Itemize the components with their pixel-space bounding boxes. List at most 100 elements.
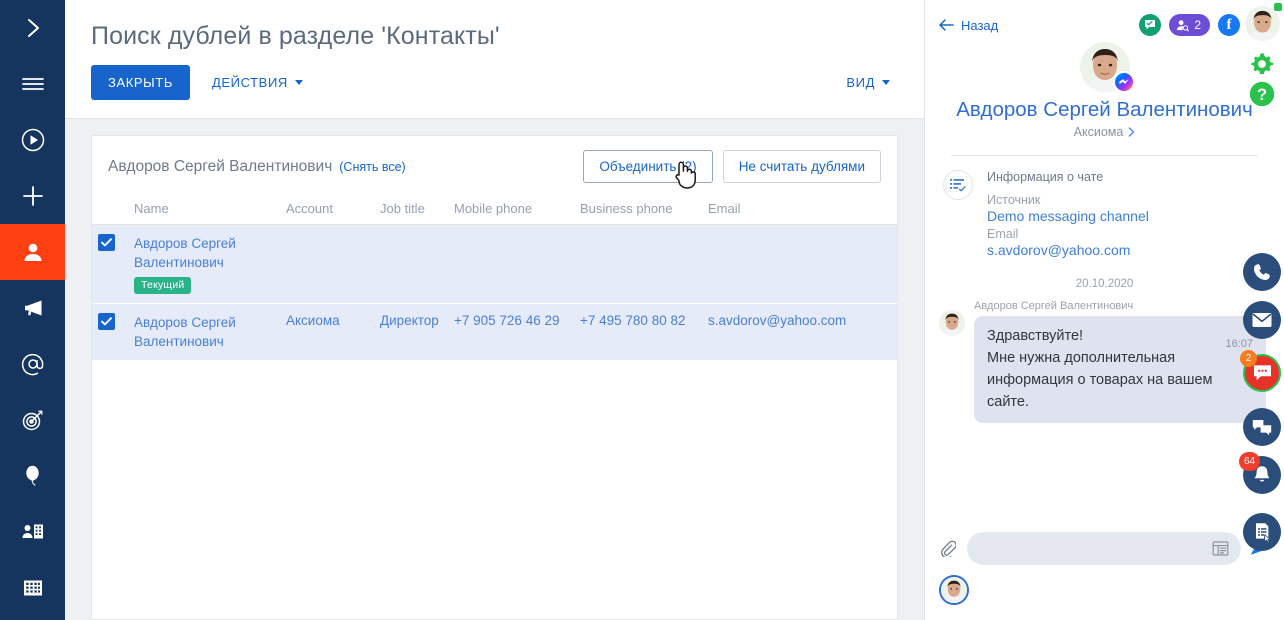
chevron-right-icon — [1128, 127, 1135, 137]
back-button[interactable]: Назад — [939, 18, 998, 33]
cell-business-phone[interactable]: +7 495 780 80 82 — [574, 303, 702, 361]
at-icon — [20, 351, 46, 377]
message-author-name: Авдоров Сергей Валентинович — [974, 300, 1134, 312]
results-container: Авдоров Сергей Валентинович (Снять все) … — [65, 119, 924, 620]
document-click-icon — [1255, 523, 1271, 542]
back-button-label: Назад — [961, 17, 999, 33]
current-user-avatar[interactable] — [939, 575, 969, 605]
message-input[interactable] — [967, 532, 1241, 565]
notifications-button[interactable] — [1243, 456, 1281, 494]
page-title: Поиск дублей в разделе 'Контакты' — [91, 22, 500, 50]
chat-info-icon-wrapper — [943, 170, 973, 200]
contact-identity: Авдоров Сергей Валентинович Аксиома — [925, 40, 1284, 151]
source-value[interactable]: Demo messaging channel — [987, 207, 1149, 226]
not-duplicate-button[interactable]: Не считать дублями — [722, 150, 881, 183]
sidebar-item-menu[interactable] — [0, 56, 65, 112]
mail-button[interactable] — [1243, 301, 1281, 339]
view-button-label: ВИД — [846, 75, 875, 90]
status-badge: Текущий — [134, 277, 192, 294]
table-row[interactable]: Авдоров Сергей Валентинович Текущий — [92, 224, 897, 304]
chats-button[interactable] — [1243, 354, 1281, 392]
sidebar-item-email[interactable] — [0, 336, 65, 392]
table-row[interactable]: Авдоров Сергей Валентинович Аксиома Дире… — [92, 303, 897, 361]
duplicates-card: Авдоров Сергей Валентинович (Снять все) … — [91, 135, 898, 620]
contacts-chip-count: 2 — [1194, 18, 1201, 32]
cell-email — [702, 224, 897, 304]
sidebar-item-targets[interactable] — [0, 392, 65, 448]
template-icon[interactable] — [1212, 540, 1229, 557]
cell-name[interactable]: Авдоров Сергей Валентинович — [128, 303, 280, 361]
tasks-button[interactable] — [1243, 513, 1281, 551]
contact-account-link[interactable]: Аксиома — [1074, 125, 1136, 139]
chevron-down-icon — [294, 80, 303, 85]
avatar[interactable] — [1079, 42, 1135, 93]
clear-all-link[interactable]: (Снять все) — [339, 160, 405, 174]
message-bubble: 16:07 Здравствуйте! Мне нужна дополнител… — [974, 316, 1266, 423]
actions-button[interactable]: ДЕЙСТВИЯ — [204, 65, 311, 100]
facebook-chip[interactable]: f — [1218, 14, 1240, 36]
column-header-mobile-phone: Mobile phone — [448, 195, 574, 225]
row-checkbox[interactable] — [98, 234, 115, 251]
sidebar-item-campaigns[interactable] — [0, 280, 65, 336]
group-action-buttons: Объединить (2) Не считать дублями — [583, 150, 881, 183]
cell-email[interactable]: s.avdorov@yahoo.com — [702, 303, 897, 361]
column-header-job-title: Job title — [374, 195, 448, 225]
call-button[interactable] — [1243, 253, 1281, 291]
row-checkbox-cell — [92, 303, 128, 361]
close-button[interactable]: ЗАКРЫТЬ — [91, 65, 190, 100]
contact-full-name[interactable]: Авдоров Сергей Валентинович — [941, 97, 1268, 123]
cell-mobile-phone[interactable]: +7 905 726 46 29 — [448, 303, 574, 361]
source-label: Источник — [987, 193, 1041, 207]
cell-account — [280, 224, 374, 304]
check-icon — [101, 238, 112, 247]
sidebar-item-accounts[interactable] — [0, 504, 65, 560]
message-content: Авдоров Сергей Валентинович 16:07 Здравс… — [974, 300, 1266, 423]
page-toolbar: ЗАКРЫТЬ ДЕЙСТВИЯ ВИД — [91, 65, 898, 100]
attach-file-icon[interactable] — [939, 540, 956, 557]
cell-name[interactable]: Авдоров Сергей Валентинович Текущий — [128, 224, 280, 304]
email-value[interactable]: s.avdorov@yahoo.com — [987, 241, 1149, 260]
page-header: Поиск дублей в разделе 'Контакты' ЗАКРЫТ… — [65, 0, 924, 119]
chat-info-heading: Информация о чате — [987, 170, 1104, 184]
check-icon — [101, 317, 112, 326]
chat-check-icon — [1145, 20, 1156, 30]
chat-info-body: Информация о чате Источник Demo messagin… — [987, 170, 1149, 260]
contact-name-text: Авдоров Сергей Валентинович — [134, 236, 236, 270]
sidebar-item-expand-collapse[interactable] — [0, 0, 65, 56]
sidebar-item-contacts[interactable] — [0, 224, 65, 280]
chevron-down-icon — [882, 80, 890, 85]
contact-name-text: Авдоров Сергей Валентинович — [134, 315, 236, 349]
cell-account[interactable]: Аксиома — [280, 303, 374, 361]
sidebar-item-add-record[interactable] — [0, 168, 65, 224]
cell-business-phone — [574, 224, 702, 304]
table-header: Name Account Job title Mobile phone Busi… — [92, 195, 897, 225]
column-header-email: Email — [702, 195, 897, 225]
sidebar-item-directory[interactable] — [0, 560, 65, 616]
svg-text:?: ? — [1257, 86, 1267, 104]
row-checkbox[interactable] — [98, 313, 115, 330]
duplicate-group-title: Авдоров Сергей Валентинович — [108, 157, 333, 175]
sidebar-item-run-process[interactable] — [0, 112, 65, 168]
question-circle-icon: ? — [1249, 81, 1275, 107]
help-button[interactable]: ? — [1248, 80, 1276, 113]
message-timestamp: 16:07 — [1225, 338, 1253, 350]
left-navigation-rail — [0, 0, 65, 620]
contacts-chip[interactable]: 2 — [1169, 14, 1210, 36]
settings-button[interactable] — [1248, 50, 1276, 83]
person-building-icon — [20, 519, 46, 545]
list-template-icon — [1212, 541, 1229, 556]
person-search-icon — [1177, 19, 1190, 31]
user-avatar-button[interactable] — [1245, 6, 1280, 41]
phone-icon — [1254, 264, 1270, 280]
avatar-photo-icon — [939, 310, 965, 336]
messages-chip[interactable] — [1139, 14, 1162, 36]
message-author-avatar — [939, 310, 965, 336]
view-button[interactable]: ВИД — [838, 65, 898, 100]
date-separator: 20.10.2020 — [1075, 278, 1134, 290]
megaphone-icon — [20, 295, 46, 321]
merge-button[interactable]: Объединить (2) — [583, 150, 713, 183]
plus-icon — [20, 183, 46, 209]
chat-side-panel: Назад 2 f ⋮ — [924, 0, 1284, 620]
sidebar-item-events[interactable] — [0, 448, 65, 504]
feed-button[interactable] — [1243, 408, 1281, 446]
